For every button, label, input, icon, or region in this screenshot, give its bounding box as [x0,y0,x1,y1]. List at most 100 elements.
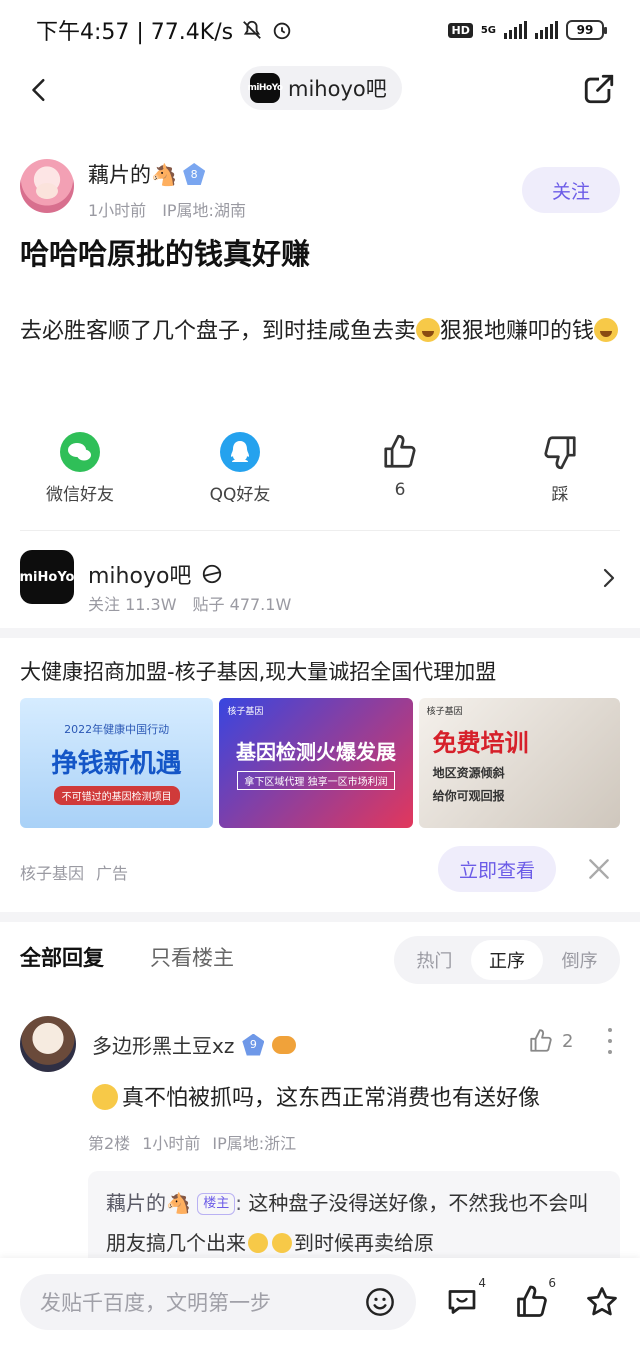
forum-stats: 关注 11.3W 贴子 477.1W [88,591,291,615]
like-count: 6 [394,480,406,500]
dislike-button[interactable]: 踩 [480,432,640,512]
author-name-row[interactable]: 藕片的🐴 8 [88,159,206,189]
forum-followers: 关注 11.3W [88,595,177,614]
ad-source: 核子基因 广告 [20,860,128,884]
sort-desc[interactable]: 倒序 [543,940,616,980]
smile-emoji-icon [272,1233,292,1253]
forum-pill[interactable]: miHoYo mihoyo吧 [240,66,402,110]
avatar[interactable] [20,159,74,213]
author-name: 藕片的🐴 [88,163,178,187]
sort-asc[interactable]: 正序 [470,940,544,980]
forum-name: mihoyo吧 [88,564,192,589]
ad-image-2-strip: 拿下区域代理 独享一区市场利润 [237,771,395,790]
ad-image-2-main: 基因检测火爆发展 [235,740,396,764]
comment-icon [448,1290,476,1314]
bottom-like-button[interactable]: 6 [510,1276,556,1324]
level-badge: 9 [242,1033,265,1056]
comment-button[interactable]: 4 [440,1276,486,1324]
chevron-left-icon [32,78,45,102]
status-bar: 下午4:57 | 77.4K/s HD 5G 99 [0,0,640,60]
bottom-like-count: 6 [548,1276,556,1290]
dislike-label: 踩 [551,485,569,505]
back-button[interactable] [22,72,58,108]
ad-title[interactable]: 大健康招商加盟-核子基因,现大量诚招全国代理加盟 [20,656,620,686]
star-icon [587,1287,617,1316]
reply-name-row[interactable]: 多边形黑土豆xz 9 [92,1030,297,1059]
thumb-up-icon [380,432,420,472]
post-ip: IP属地:湖南 [162,201,246,220]
thumb-up-icon [517,1285,547,1317]
laughing-emoji-icon [594,318,619,342]
compose-input[interactable]: 发贴千百度，文明第一步 [20,1274,416,1330]
alarm-icon [271,19,293,41]
forum-name-row: mihoyo吧 [88,558,223,590]
avatar[interactable] [20,1016,76,1072]
like-button[interactable]: 6 [320,432,480,512]
ad-images[interactable]: 2022年健康中国行动 挣钱新机遇 不可错过的基因检测项目 核子基因 基因检测火… [20,698,620,828]
reply-text: 真不怕被抓吗，这东西正常消费也有送好像 [92,1082,612,1116]
post-body-text-1: 去必胜客顺了几个盘子，到时挂咸鱼去卖 [20,319,417,344]
tab-all-replies[interactable]: 全部回复 [20,942,104,972]
wechat-icon [60,432,100,472]
ad-image-2-brand: 核子基因 [227,707,264,717]
reply-author-name: 多边形黑土豆xz [92,1034,235,1058]
signal-icon-2 [535,21,558,39]
share-icon [584,74,614,104]
signal-icon [504,21,527,39]
network-label: 5G [480,24,496,36]
sort-toggle: 热门 正序 倒序 [394,936,620,984]
ad-image-3-brand: 核子基因 [426,707,463,717]
ad-footer: 核子基因 广告 立即查看 [20,846,620,894]
more-icon[interactable] [608,1028,614,1054]
forum-badge-icon [203,564,222,584]
ad-image-3-line2: 给你可观回报 [432,788,505,803]
author-meta: 1小时前 IP属地:湖南 [88,197,246,221]
sort-hot[interactable]: 热门 [398,940,471,980]
game-badge-icon [272,1035,297,1054]
thumb-up-icon [530,1029,552,1052]
ad-cta-button[interactable]: 立即查看 [438,846,556,892]
sub-reply-colon: : [235,1191,243,1215]
share-wechat-label: 微信好友 [46,485,114,505]
follow-button[interactable]: 关注 [522,167,620,213]
favorite-button[interactable] [580,1280,624,1324]
emoji-icon[interactable] [364,1286,396,1318]
share-wechat-button[interactable]: 微信好友 [0,432,160,512]
nav-bar: miHoYo mihoyo吧 [0,60,640,120]
sub-reply-text-2: 到时候再卖给原 [294,1231,434,1255]
author-row: 藕片的🐴 8 1小时前 IP属地:湖南 关注 [20,155,620,225]
post-time: 1小时前 [88,201,147,220]
post-body-text-2: 狠狠地赚叩的钱 [440,319,595,344]
ad-image-1-sub: 2022年健康中国行动 [64,723,170,736]
share-qq-label: QQ好友 [209,485,271,505]
level-badge: 8 [183,163,206,185]
ad-label: 广告 [96,864,129,883]
tab-only-op[interactable]: 只看楼主 [150,942,234,972]
reply-like-button[interactable]: 2 [528,1028,573,1054]
close-icon[interactable] [586,856,612,882]
chevron-right-icon [603,568,615,588]
compose-placeholder: 发贴千百度，文明第一步 [40,1291,271,1315]
reply-ip: IP属地:浙江 [212,1134,297,1153]
share-qq-button[interactable]: QQ好友 [160,432,320,512]
share-actions: 微信好友 QQ好友 6 踩 [0,432,640,512]
hd-badge: HD [448,22,473,38]
ad-image-2[interactable]: 核子基因 基因检测火爆发展 拿下区域代理 独享一区市场利润 [219,698,413,828]
replies-header: 全部回复 只看楼主 热门 正序 倒序 [20,930,620,986]
forum-card[interactable]: miHoYo mihoyo吧 关注 11.3W 贴子 477.1W [20,544,620,616]
ad-image-1-main: 挣钱新机遇 [51,749,182,779]
status-right: HD 5G 99 [448,20,607,40]
section-divider [0,628,640,638]
ad-image-1[interactable]: 2022年健康中国行动 挣钱新机遇 不可错过的基因检测项目 [20,698,214,828]
share-button[interactable] [580,70,618,108]
sub-reply-author[interactable]: 藕片的🐴 [106,1191,191,1215]
laughing-emoji-icon [416,318,441,342]
ad-image-3-main: 免费培训 [432,728,529,757]
forum-pill-name: mihoyo吧 [288,77,387,101]
thumb-down-icon [540,432,580,472]
section-divider [0,912,640,922]
ad-image-3[interactable]: 核子基因 免费培训 地区资源倾斜 给你可观回报 [418,698,620,828]
forum-logo-icon: miHoYo [247,73,283,103]
bottom-bar: 发贴千百度，文明第一步 4 6 [0,1258,640,1348]
reply-floor: 第2楼 [88,1134,131,1153]
